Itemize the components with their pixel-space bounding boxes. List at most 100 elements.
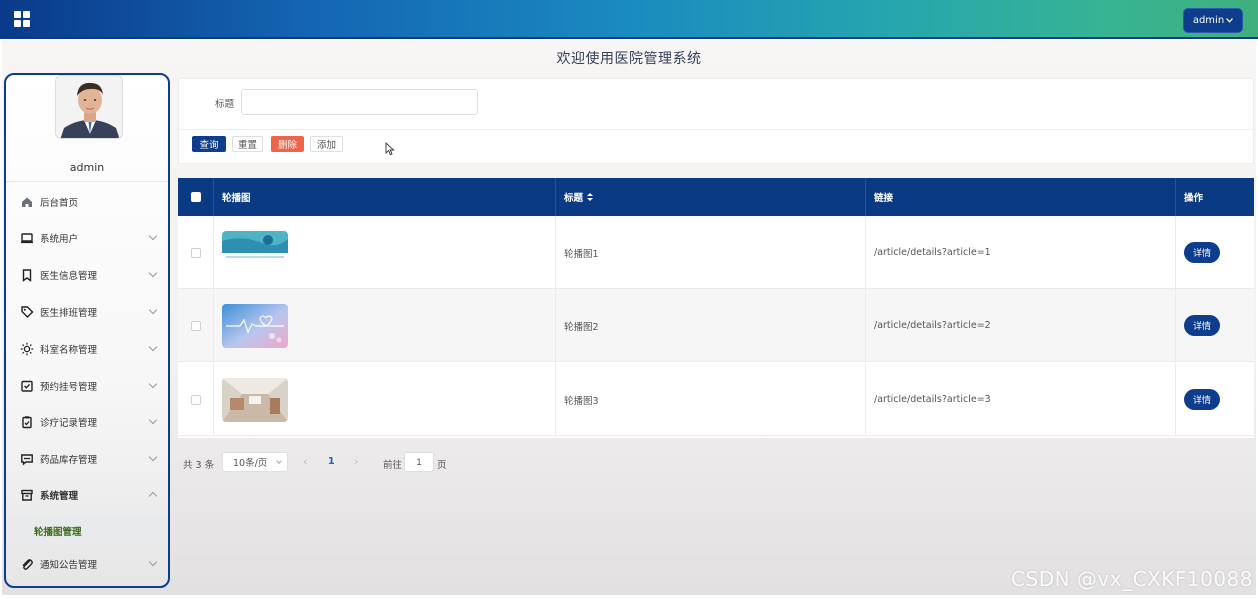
column-header-image: 轮播图 xyxy=(214,178,556,216)
page-title: 欢迎使用医院管理系统 xyxy=(556,51,702,67)
sidebar-divider xyxy=(6,181,168,182)
column-header-title-label: 标题 xyxy=(564,193,584,204)
chevron-down-icon xyxy=(148,379,158,389)
page-shell: 欢迎使用医院管理系统 admin 后台首页 系统用户 医生信息管理 医生排班管理… xyxy=(2,40,1256,595)
title-filter-label: 标题 xyxy=(215,99,235,110)
carousel-thumbnail xyxy=(222,230,288,275)
title-cell: 轮播图1 xyxy=(556,216,866,289)
search-divider xyxy=(179,129,1255,130)
goto-page-input[interactable] xyxy=(404,452,434,472)
row-checkbox-cell xyxy=(178,289,214,362)
sidebar-item-label: 系统用户 xyxy=(40,234,79,245)
user-menu-label: admin xyxy=(1192,15,1225,26)
sidebar-item-drug-inventory[interactable]: 药品库存管理 xyxy=(6,444,168,474)
top-bar: admin xyxy=(0,0,1258,39)
page-number-current[interactable]: 1 xyxy=(328,456,335,467)
chevron-down-icon xyxy=(148,557,158,567)
query-button[interactable]: 查询 xyxy=(192,136,226,152)
chevron-down-icon xyxy=(148,268,158,278)
link-cell: /article/details?article=1 xyxy=(866,216,1176,289)
sidebar-username: admin xyxy=(69,161,105,174)
menu-grid-icon[interactable] xyxy=(14,11,30,27)
sidebar-item-home[interactable]: 后台首页 xyxy=(6,187,168,217)
sidebar-item-label: 药品库存管理 xyxy=(40,455,98,466)
sidebar-item-label: 医生排班管理 xyxy=(40,308,98,319)
sidebar-item-doctor-info[interactable]: 医生信息管理 xyxy=(6,260,168,290)
sidebar-item-label: 系统管理 xyxy=(40,491,79,502)
page-suffix-label: 页 xyxy=(437,460,447,471)
select-all-checkbox[interactable] xyxy=(190,192,201,202)
next-page-button[interactable]: › xyxy=(354,455,358,468)
sidebar-item-department[interactable]: 科室名称管理 xyxy=(6,334,168,364)
message-icon xyxy=(21,454,33,466)
carousel-table: 轮播图 标题 链接 操作 轮播图1 /article/details?artic… xyxy=(178,178,1254,438)
user-menu-button[interactable]: admin xyxy=(1183,8,1243,33)
header-checkbox-cell xyxy=(178,178,214,216)
link-cell: /article/details?article=3 xyxy=(866,363,1176,436)
sidebar-item-system-management[interactable]: 系统管理 xyxy=(6,480,168,510)
action-cell: 详情 xyxy=(1176,363,1254,436)
page-size-value: 10条/页 xyxy=(233,458,268,469)
chevron-down-icon xyxy=(148,342,158,352)
chevron-down-icon xyxy=(148,231,158,241)
sort-icon[interactable] xyxy=(587,193,594,201)
inbox-icon xyxy=(21,380,33,392)
column-header-title[interactable]: 标题 xyxy=(556,178,866,216)
sidebar-item-system-users[interactable]: 系统用户 xyxy=(6,223,168,253)
chevron-down-icon xyxy=(148,452,158,462)
sidebar-item-label: 科室名称管理 xyxy=(40,345,98,356)
detail-button[interactable]: 详情 xyxy=(1184,315,1220,336)
pagination: 共 3 条 10条/页 ‹ 1 › 前往 页 xyxy=(178,450,778,474)
chevron-down-icon xyxy=(148,305,158,315)
avatar[interactable] xyxy=(55,75,123,139)
chevron-down-icon xyxy=(148,415,158,425)
row-checkbox[interactable] xyxy=(190,247,201,258)
sidebar-item-treatment-records[interactable]: 诊疗记录管理 xyxy=(6,407,168,437)
add-button[interactable]: 添加 xyxy=(310,136,343,152)
sidebar-item-label: 后台首页 xyxy=(40,198,79,209)
sidebar-subitem-label: 轮播图管理 xyxy=(34,527,82,538)
table-row: 轮播图1 /article/details?article=1 详情 xyxy=(178,216,1254,289)
carousel-thumbnail xyxy=(222,303,288,348)
page-size-select[interactable]: 10条/页 xyxy=(222,452,288,472)
sidebar-item-label: 医生信息管理 xyxy=(40,271,98,282)
sidebar-subitem-carousel[interactable]: 轮播图管理 xyxy=(6,515,168,545)
goto-label: 前往 xyxy=(383,460,403,471)
chevron-down-icon xyxy=(276,458,282,464)
row-checkbox-cell xyxy=(178,363,214,436)
sidebar-item-announcements[interactable]: 通知公告管理 xyxy=(6,549,168,579)
sun-icon xyxy=(20,342,34,356)
watermark-text: CSDN @vx_CXKF10088 xyxy=(1011,567,1253,591)
row-checkbox-cell xyxy=(178,216,214,289)
column-header-link: 链接 xyxy=(866,178,1176,216)
detail-button[interactable]: 详情 xyxy=(1184,389,1220,410)
delete-button[interactable]: 删除 xyxy=(271,136,304,152)
title-search-input[interactable] xyxy=(241,89,478,115)
detail-button[interactable]: 详情 xyxy=(1184,242,1220,263)
column-header-actions: 操作 xyxy=(1184,193,1204,204)
reset-button[interactable]: 重置 xyxy=(232,136,263,152)
table-row: 轮播图3 /article/details?article=3 详情 xyxy=(178,363,1254,436)
row-checkbox[interactable] xyxy=(190,394,201,405)
image-cell xyxy=(214,216,556,289)
table-header: 轮播图 标题 链接 操作 xyxy=(178,178,1254,216)
sidebar-item-appointment[interactable]: 预约挂号管理 xyxy=(6,371,168,401)
title-cell: 轮播图3 xyxy=(556,363,866,436)
sidebar: admin 后台首页 系统用户 医生信息管理 医生排班管理 科室名称管理 预约挂… xyxy=(4,73,170,588)
paperclip-icon xyxy=(22,559,33,570)
link-cell: /article/details?article=2 xyxy=(866,289,1176,362)
sidebar-item-label: 诊疗记录管理 xyxy=(40,418,98,429)
title-cell: 轮播图2 xyxy=(556,289,866,362)
mouse-cursor-icon xyxy=(385,142,395,156)
pagination-total: 共 3 条 xyxy=(183,460,215,471)
prev-page-button[interactable]: ‹ xyxy=(303,455,307,468)
sidebar-item-doctor-schedule[interactable]: 医生排班管理 xyxy=(6,297,168,327)
chevron-up-icon xyxy=(148,491,158,501)
table-row: 轮播图2 /article/details?article=2 详情 xyxy=(178,289,1254,362)
caret-down-icon xyxy=(1226,18,1234,23)
home-icon xyxy=(22,197,32,207)
row-checkbox[interactable] xyxy=(190,320,201,331)
image-cell xyxy=(214,289,556,362)
sidebar-item-label: 通知公告管理 xyxy=(40,560,98,571)
image-cell xyxy=(214,363,556,436)
